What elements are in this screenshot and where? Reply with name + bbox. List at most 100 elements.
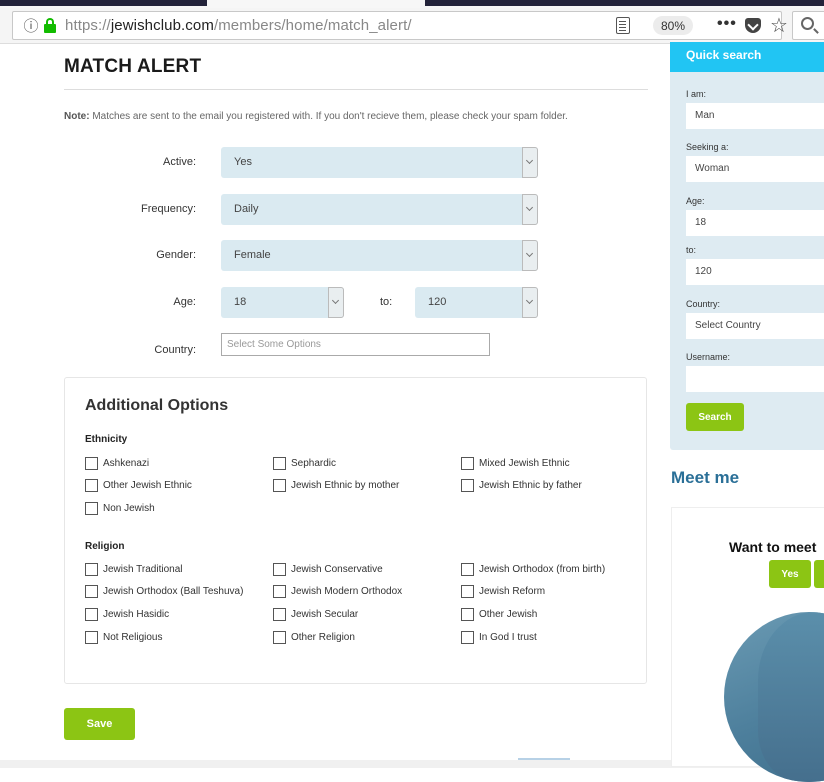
checkbox-option[interactable]: Ashkenazi <box>85 455 149 471</box>
checkbox[interactable] <box>273 630 286 644</box>
checkbox-option[interactable]: Jewish Ethnic by mother <box>273 478 399 494</box>
quick-search-header: Quick search <box>670 42 824 72</box>
frequency-select[interactable]: Daily <box>221 194 538 225</box>
checkbox-option[interactable]: Other Religion <box>273 629 355 645</box>
seeking-value: Woman <box>695 163 730 174</box>
checkbox-option[interactable]: Jewish Orthodox (from birth) <box>461 561 605 577</box>
lock-icon[interactable] <box>43 17 57 34</box>
checkbox[interactable] <box>461 479 474 492</box>
meet-yes-button[interactable]: Yes <box>769 560 811 588</box>
username-input[interactable] <box>686 366 824 392</box>
checkbox-label: Jewish Hasidic <box>103 608 170 620</box>
checkbox-option[interactable]: Jewish Ethnic by father <box>461 478 582 494</box>
chevron-down-icon[interactable] <box>328 287 344 318</box>
gender-label: Gender: <box>156 249 196 261</box>
checkbox-label: Mixed Jewish Ethnic <box>479 457 570 469</box>
active-row: Active: Yes <box>0 147 560 179</box>
tab-background[interactable] <box>425 0 824 6</box>
zoom-level-badge[interactable]: 80% <box>653 16 693 35</box>
qs-country-select[interactable]: Select Country <box>686 313 824 339</box>
checkbox-option[interactable]: Jewish Modern Orthodox <box>273 584 402 600</box>
age-from-select[interactable]: 18 <box>221 287 344 318</box>
checkbox[interactable] <box>461 562 474 576</box>
country-placeholder: Select Some Options <box>227 339 321 350</box>
checkbox[interactable] <box>85 479 98 492</box>
tab-background[interactable] <box>0 0 207 6</box>
checkbox-option[interactable]: Not Religious <box>85 629 162 645</box>
qs-age-label: Age: <box>686 196 705 206</box>
info-icon[interactable]: ⓘ <box>21 16 41 36</box>
checkbox-option[interactable]: Jewish Secular <box>273 606 358 622</box>
reader-view-icon[interactable] <box>616 17 630 34</box>
checkbox-label: Other Jewish Ethnic <box>103 480 192 491</box>
checkbox[interactable] <box>273 479 286 492</box>
checkbox-label: Other Jewish <box>479 608 538 620</box>
profile-avatar[interactable] <box>724 612 824 782</box>
age-row: Age: 18 to: 120 <box>0 287 560 319</box>
checkbox-option[interactable]: Non Jewish <box>85 500 155 516</box>
checkbox[interactable] <box>85 501 98 515</box>
checkbox-label: Jewish Conservative <box>291 563 383 575</box>
page-actions-menu-icon[interactable]: ••• <box>717 15 737 33</box>
additional-options-panel: Additional Options Ethnicity Ashkenazi Se… <box>64 377 647 684</box>
checkbox[interactable] <box>273 585 286 599</box>
country-label: Country: <box>154 344 196 356</box>
chevron-down-icon[interactable] <box>522 194 538 225</box>
checkbox-option[interactable]: Sephardic <box>273 455 336 471</box>
checkbox[interactable] <box>85 607 98 621</box>
checkbox[interactable] <box>85 630 98 644</box>
checkbox[interactable] <box>273 607 286 621</box>
url-domain: jewishclub.com <box>110 17 214 34</box>
checkbox-label: In God I trust <box>479 631 537 643</box>
chevron-down-icon[interactable] <box>522 147 538 178</box>
search-icon <box>801 17 814 30</box>
seeking-select[interactable]: Woman <box>686 156 824 182</box>
qs-age-from-select[interactable]: 18 <box>686 210 824 236</box>
i-am-select[interactable]: Man <box>686 103 824 129</box>
checkbox-option[interactable]: Jewish Orthodox (Ball Teshuva) <box>85 584 243 600</box>
bookmark-star-icon[interactable]: ☆ <box>770 13 788 38</box>
active-value: Yes <box>234 156 252 168</box>
gender-row: Gender: Female <box>0 240 560 272</box>
frequency-value: Daily <box>234 203 259 215</box>
qs-age-to-select[interactable]: 120 <box>686 259 824 285</box>
active-select[interactable]: Yes <box>221 147 538 178</box>
checkbox[interactable] <box>273 456 286 470</box>
checkbox-label: Jewish Ethnic by mother <box>291 480 400 491</box>
checkbox[interactable] <box>85 456 98 470</box>
chevron-down-icon[interactable] <box>522 240 538 271</box>
checkbox[interactable] <box>461 456 474 470</box>
page-title: MATCH ALERT <box>64 56 202 77</box>
url-text[interactable]: https://jewishclub.com/members/home/matc… <box>65 17 412 34</box>
checkbox-option[interactable]: Other Jewish Ethnic <box>85 478 192 494</box>
checkbox[interactable] <box>273 562 286 576</box>
checkbox-label: Jewish Orthodox (Ball Teshuva) <box>103 586 244 598</box>
quick-search-button[interactable]: Search <box>686 403 744 431</box>
age-from-value: 18 <box>234 296 247 308</box>
checkbox-option[interactable]: Other Jewish <box>461 606 537 622</box>
checkbox-option[interactable]: In God I trust <box>461 629 537 645</box>
checkbox[interactable] <box>85 585 98 599</box>
save-button[interactable]: Save <box>64 708 135 740</box>
chevron-down-icon[interactable] <box>522 287 538 318</box>
checkbox-option[interactable]: Jewish Traditional <box>85 561 182 577</box>
country-multiselect[interactable]: Select Some Options <box>221 333 490 356</box>
checkbox-option[interactable]: Jewish Reform <box>461 584 545 600</box>
checkbox-option[interactable]: Jewish Conservative <box>273 561 383 577</box>
checkbox[interactable] <box>461 630 474 644</box>
checkbox[interactable] <box>461 607 474 621</box>
address-bar[interactable]: ⓘ https://jewishclub.com/members/home/ma… <box>12 11 788 40</box>
browser-search-box[interactable] <box>792 11 824 40</box>
note-text: Note: Matches are sent to the email you … <box>64 111 568 122</box>
checkbox-option[interactable]: Jewish Hasidic <box>85 606 169 622</box>
age-to-select[interactable]: 120 <box>415 287 538 318</box>
checkbox[interactable] <box>85 562 98 576</box>
meet-no-button[interactable] <box>814 560 824 588</box>
qs-to-label: to: <box>686 245 697 255</box>
checkbox[interactable] <box>461 585 474 599</box>
qs-country-value: Select Country <box>695 320 761 331</box>
pocket-icon[interactable] <box>745 18 761 33</box>
checkbox-option[interactable]: Mixed Jewish Ethnic <box>461 455 570 471</box>
gender-select[interactable]: Female <box>221 240 538 271</box>
active-label: Active: <box>162 156 196 168</box>
